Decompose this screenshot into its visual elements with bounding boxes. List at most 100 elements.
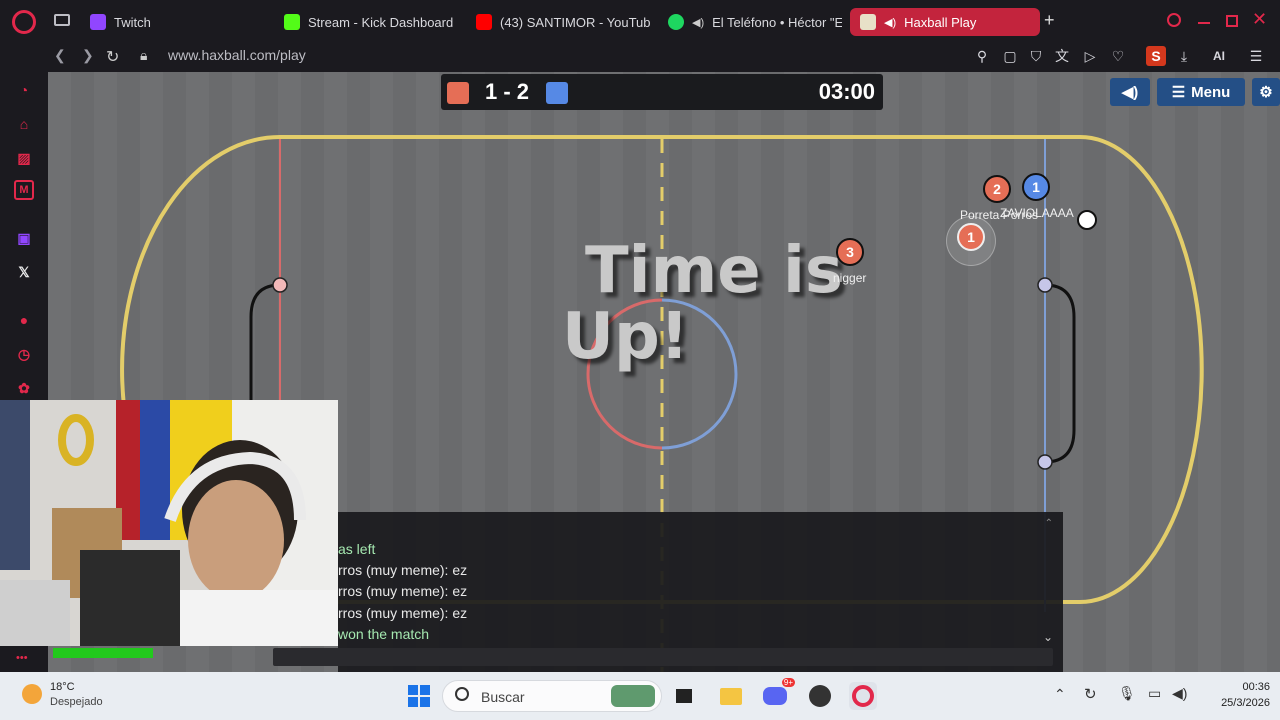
menu-label: Menu xyxy=(1191,83,1231,101)
menu-icon[interactable]: ☰ xyxy=(1246,46,1266,66)
notification-badge: 9+ xyxy=(781,678,795,687)
opera-taskbar-button[interactable] xyxy=(849,682,877,710)
heart-icon[interactable]: ♡ xyxy=(1108,46,1128,66)
mail-icon[interactable]: M xyxy=(14,180,34,200)
download-icon[interactable]: ⤓ xyxy=(1174,46,1194,66)
player-name: nigger xyxy=(833,271,867,285)
discord-button[interactable]: 9+ xyxy=(761,678,795,710)
webcam-image xyxy=(0,400,338,646)
forward-button[interactable]: ❯ xyxy=(82,47,94,64)
hamburger-icon: ☰ xyxy=(1171,84,1186,101)
speaker-icon: ◀) xyxy=(884,16,897,29)
sync-icon[interactable]: ↻ xyxy=(1084,685,1097,703)
shopping-icon[interactable]: ⌂ xyxy=(14,114,34,134)
chat-message: rros (muy meme): ez xyxy=(338,605,468,621)
webcam-overlay xyxy=(0,400,338,646)
translate-icon[interactable]: 文 xyxy=(1052,46,1072,66)
chat-scroll-down-icon[interactable]: ⌄ xyxy=(1043,630,1053,644)
ai-button[interactable]: AI xyxy=(1204,46,1234,66)
chat-input[interactable] xyxy=(273,648,1053,666)
tab-spotify[interactable]: ◀) El Teléfono • Héctor "El xyxy=(658,8,842,36)
task-view-button[interactable] xyxy=(670,682,698,710)
player-red-2: 2 xyxy=(983,175,1011,203)
match-timer: 03:00 xyxy=(818,79,875,104)
workspaces-icon[interactable] xyxy=(54,14,70,26)
time-is-up-line1: Time is xyxy=(585,234,843,308)
wallet-icon[interactable]: ▨ xyxy=(14,148,34,168)
player-name: ZAVIOLAAAA xyxy=(1000,206,1074,220)
tab-haxball[interactable]: ◀) Haxball Play xyxy=(850,8,1040,36)
player-blue-1: 1 xyxy=(1022,173,1050,201)
blue-team-swatch xyxy=(546,82,568,104)
chat-scroll-up-icon[interactable]: ⌃ xyxy=(1045,518,1053,529)
extensions-icon[interactable]: ✿ xyxy=(14,378,34,398)
level-meter xyxy=(53,648,153,658)
play-icon[interactable]: ▷ xyxy=(1080,46,1100,66)
lock-icon: 🔒︎ xyxy=(140,47,148,63)
tab-youtube[interactable]: (43) SANTIMOR - YouTube xyxy=(466,8,650,36)
score-display: 1 - 2 xyxy=(485,79,530,104)
shield-icon[interactable]: ⛉ xyxy=(1026,46,1046,66)
twitch-sidebar-icon[interactable]: ▣ xyxy=(14,228,34,248)
url-field[interactable]: www.haxball.com/play xyxy=(168,47,306,63)
opera-logo-icon[interactable] xyxy=(12,10,36,34)
clock-date[interactable]: 25/3/2026 xyxy=(1200,697,1270,709)
taskbar-search[interactable]: Buscar xyxy=(442,680,662,712)
more-icon[interactable]: ••• xyxy=(16,652,28,664)
network-icon[interactable]: ▭ xyxy=(1148,685,1161,702)
search-icon xyxy=(455,687,469,701)
pin-icon[interactable]: ⚲ xyxy=(972,46,992,66)
twitch-icon xyxy=(90,14,106,30)
search-tabs-icon[interactable] xyxy=(1167,13,1181,27)
haxball-icon xyxy=(860,14,876,30)
menu-button[interactable]: ☰ Menu xyxy=(1157,78,1245,106)
minimize-button[interactable] xyxy=(1198,22,1210,24)
microphone-icon[interactable]: 🎙︎ xyxy=(1118,685,1136,702)
close-window-button[interactable]: ✕ xyxy=(1252,9,1267,30)
chat-message: rros (muy meme): ez xyxy=(338,562,468,578)
discord-icon xyxy=(763,687,787,705)
volume-icon: ◀) xyxy=(1121,84,1139,101)
weather-condition[interactable]: Despejado xyxy=(50,696,103,708)
chevron-up-icon[interactable]: ⌃ xyxy=(1054,686,1066,703)
reload-button[interactable]: ↻ xyxy=(106,47,119,67)
profile-avatar[interactable]: S xyxy=(1146,46,1166,66)
chat-message: as left xyxy=(338,541,376,557)
spotify-sidebar-icon[interactable]: ● xyxy=(14,310,34,330)
settings-button[interactable]: ⚙ xyxy=(1252,78,1280,106)
obs-icon xyxy=(809,685,831,707)
snapshot-icon[interactable]: ▢ xyxy=(1000,46,1020,66)
volume-tray-icon[interactable]: ◀) xyxy=(1172,685,1187,702)
x-icon[interactable]: 𝕏 xyxy=(14,262,34,282)
start-button[interactable] xyxy=(405,682,433,710)
history-icon[interactable]: ◷ xyxy=(14,344,34,364)
aria-icon[interactable]: ◔ xyxy=(14,80,34,100)
windows-taskbar: 18°C Despejado Buscar 9+ ⌃ ↻ 🎙︎ ▭ ◀) 00:… xyxy=(0,672,1280,720)
weather-temp[interactable]: 18°C xyxy=(50,681,75,693)
maximize-button[interactable] xyxy=(1226,15,1238,27)
player-red-3: 3 xyxy=(836,238,864,266)
tab-label: Twitch xyxy=(114,14,151,30)
file-explorer-button[interactable] xyxy=(717,682,745,710)
tab-label: El Teléfono • Héctor "El xyxy=(712,14,842,30)
search-placeholder: Buscar xyxy=(481,689,525,705)
tab-twitch[interactable]: Twitch xyxy=(80,8,260,36)
red-team-swatch xyxy=(447,82,469,104)
obs-button[interactable] xyxy=(806,682,834,710)
spotify-icon xyxy=(668,14,684,30)
tab-label: Haxball Play xyxy=(904,14,977,30)
youtube-icon xyxy=(476,14,492,30)
folder-icon xyxy=(720,687,742,705)
new-tab-button[interactable]: + xyxy=(1044,10,1055,31)
address-bar: ❮ ❯ ↻ 🔒︎ www.haxball.com/play ⚲ ▢ ⛉ 文 ▷ … xyxy=(0,40,1280,72)
sound-button[interactable]: ◀) xyxy=(1110,78,1150,106)
tab-label: (43) SANTIMOR - YouTube xyxy=(500,14,650,30)
browser-tab-bar: Twitch Stream - Kick Dashboard (43) SANT… xyxy=(0,0,1280,44)
tab-kick[interactable]: Stream - Kick Dashboard xyxy=(274,8,458,36)
player-red-1-self: 1 xyxy=(957,223,985,251)
ball xyxy=(1077,210,1097,230)
opera-icon xyxy=(852,685,874,707)
back-button[interactable]: ❮ xyxy=(54,47,66,64)
clock-time[interactable]: 00:36 xyxy=(1210,681,1270,693)
windows-logo-icon xyxy=(408,685,430,707)
